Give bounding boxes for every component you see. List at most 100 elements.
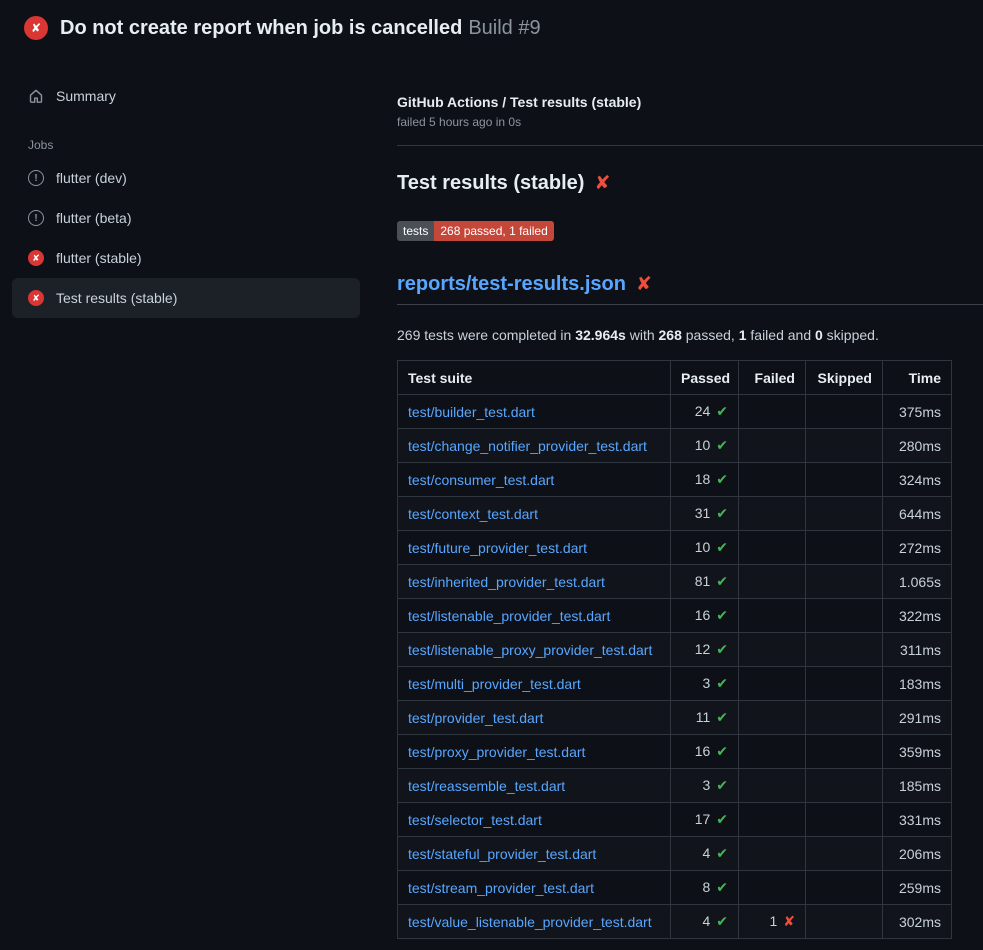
count: 10 bbox=[695, 539, 711, 555]
report-link[interactable]: reports/test-results.json bbox=[397, 273, 626, 296]
time-cell: 644ms bbox=[883, 497, 952, 531]
failed-x-icon: ✘ bbox=[636, 273, 652, 296]
count: 17 bbox=[695, 811, 711, 827]
count: 1 bbox=[769, 913, 777, 929]
passed-cell: 12✔ bbox=[671, 633, 739, 667]
badge-value: 268 passed, 1 failed bbox=[434, 221, 553, 241]
table-row: test/selector_test.dart 17 ✔ 331ms bbox=[398, 803, 952, 837]
failed-cell bbox=[739, 667, 806, 701]
table-row: test/inherited_provider_test.dart 81✔ 1.… bbox=[398, 565, 952, 599]
passed-cell: 11 ✔ bbox=[671, 701, 739, 735]
job-label: flutter (stable) bbox=[56, 250, 142, 266]
time-cell: 259ms bbox=[883, 871, 952, 905]
cancelled-status-icon: ! bbox=[28, 170, 44, 186]
skipped-cell bbox=[806, 395, 883, 429]
suite-link[interactable]: test/listenable_provider_test.dart bbox=[408, 608, 610, 624]
section-heading-label: Test results (stable) bbox=[397, 172, 584, 195]
skipped-cell bbox=[806, 803, 883, 837]
failed-status-icon: ✘ bbox=[28, 250, 44, 266]
skipped-cell bbox=[806, 667, 883, 701]
suite-link[interactable]: test/listenable_proxy_provider_test.dart bbox=[408, 642, 652, 658]
suite-link[interactable]: test/inherited_provider_test.dart bbox=[408, 574, 605, 590]
suite-link[interactable]: test/consumer_test.dart bbox=[408, 472, 554, 488]
section-heading: Test results (stable) ✘ bbox=[397, 172, 951, 195]
check-icon: ✔ bbox=[716, 913, 728, 929]
time-cell: 291ms bbox=[883, 701, 952, 735]
suite-link[interactable]: test/stateful_provider_test.dart bbox=[408, 846, 596, 862]
job-label: Test results (stable) bbox=[56, 290, 177, 306]
sidebar-job-item[interactable]: ✘ Test results (stable) bbox=[12, 278, 360, 318]
skipped-cell bbox=[806, 837, 883, 871]
x-icon: ✘ bbox=[783, 913, 795, 929]
passed-cell: 10✔ bbox=[671, 531, 739, 565]
suite-link[interactable]: test/proxy_provider_test.dart bbox=[408, 744, 585, 760]
table-row: test/context_test.dart 31✔ 644ms bbox=[398, 497, 952, 531]
suite-link[interactable]: test/change_notifier_provider_test.dart bbox=[408, 438, 647, 454]
failed-cell bbox=[739, 633, 806, 667]
table-row: test/multi_provider_test.dart 3✔ 183ms bbox=[398, 667, 952, 701]
failed-cell bbox=[739, 395, 806, 429]
sidebar-summary-label: Summary bbox=[56, 88, 116, 104]
results-table: Test suite Passed Failed Skipped Time te… bbox=[397, 360, 952, 939]
failed-cell bbox=[739, 871, 806, 905]
failed-cell: 1✘ bbox=[739, 905, 806, 939]
sidebar-job-item[interactable]: ! flutter (beta) bbox=[12, 198, 360, 238]
count: 24 bbox=[695, 403, 711, 419]
suite-link[interactable]: test/multi_provider_test.dart bbox=[408, 676, 581, 692]
time-cell: 206ms bbox=[883, 837, 952, 871]
table-row: test/future_provider_test.dart 10✔ 272ms bbox=[398, 531, 952, 565]
failed-cell bbox=[739, 769, 806, 803]
passed-cell: 8✔ bbox=[671, 871, 739, 905]
passed-cell: 4✔ bbox=[671, 837, 739, 871]
suite-link[interactable]: test/value_listenable_provider_test.dart bbox=[408, 914, 652, 930]
jobs-list: ! flutter (dev) ! flutter (beta) ✘ flutt… bbox=[12, 158, 360, 318]
suite-link[interactable]: test/provider_test.dart bbox=[408, 710, 543, 726]
skipped-cell bbox=[806, 701, 883, 735]
passed-cell: 3✔ bbox=[671, 667, 739, 701]
sidebar-item-summary[interactable]: Summary bbox=[12, 80, 360, 112]
table-row: test/reassemble_test.dart 3✔ 185ms bbox=[398, 769, 952, 803]
check-icon: ✔ bbox=[716, 777, 728, 793]
table-row: test/change_notifier_provider_test.dart … bbox=[398, 429, 952, 463]
suite-link[interactable]: test/future_provider_test.dart bbox=[408, 540, 587, 556]
tests-badge: tests 268 passed, 1 failed bbox=[397, 221, 554, 241]
table-row: test/builder_test.dart 24✔ 375ms bbox=[398, 395, 952, 429]
table-row: test/listenable_provider_test.dart 16✔ 3… bbox=[398, 599, 952, 633]
jobs-section-label: Jobs bbox=[12, 138, 360, 152]
failed-cell bbox=[739, 565, 806, 599]
count: 8 bbox=[702, 879, 710, 895]
passed-cell: 24✔ bbox=[671, 395, 739, 429]
time-cell: 272ms bbox=[883, 531, 952, 565]
check-icon: ✔ bbox=[716, 811, 728, 827]
count: 16 bbox=[695, 607, 711, 623]
count: 11 bbox=[696, 709, 711, 725]
skipped-cell bbox=[806, 565, 883, 599]
failed-cell bbox=[739, 837, 806, 871]
time-cell: 331ms bbox=[883, 803, 952, 837]
check-icon: ✔ bbox=[716, 709, 728, 725]
skipped-cell bbox=[806, 531, 883, 565]
suite-link[interactable]: test/selector_test.dart bbox=[408, 812, 542, 828]
col-header-time: Time bbox=[883, 361, 952, 395]
time-cell: 183ms bbox=[883, 667, 952, 701]
failed-cell bbox=[739, 701, 806, 735]
skipped-cell bbox=[806, 599, 883, 633]
failed-status-icon: ✘ bbox=[28, 290, 44, 306]
col-header-test-suite: Test suite bbox=[398, 361, 671, 395]
table-header-row: Test suite Passed Failed Skipped Time bbox=[398, 361, 952, 395]
sidebar-job-item[interactable]: ✘ flutter (stable) bbox=[12, 238, 360, 278]
skipped-cell bbox=[806, 871, 883, 905]
run-status-line: failed 5 hours ago in 0s bbox=[397, 115, 951, 129]
suite-link[interactable]: test/reassemble_test.dart bbox=[408, 778, 565, 794]
suite-link[interactable]: test/stream_provider_test.dart bbox=[408, 880, 594, 896]
main-content: GitHub Actions / Test results (stable) f… bbox=[372, 56, 983, 939]
count: 4 bbox=[702, 913, 710, 929]
suite-link[interactable]: test/context_test.dart bbox=[408, 506, 538, 522]
time-cell: 322ms bbox=[883, 599, 952, 633]
table-row: test/provider_test.dart 11 ✔ 291ms bbox=[398, 701, 952, 735]
failed-cell bbox=[739, 531, 806, 565]
suite-link[interactable]: test/builder_test.dart bbox=[408, 404, 535, 420]
table-row: test/proxy_provider_test.dart 16✔ 359ms bbox=[398, 735, 952, 769]
skipped-cell bbox=[806, 769, 883, 803]
sidebar-job-item[interactable]: ! flutter (dev) bbox=[12, 158, 360, 198]
